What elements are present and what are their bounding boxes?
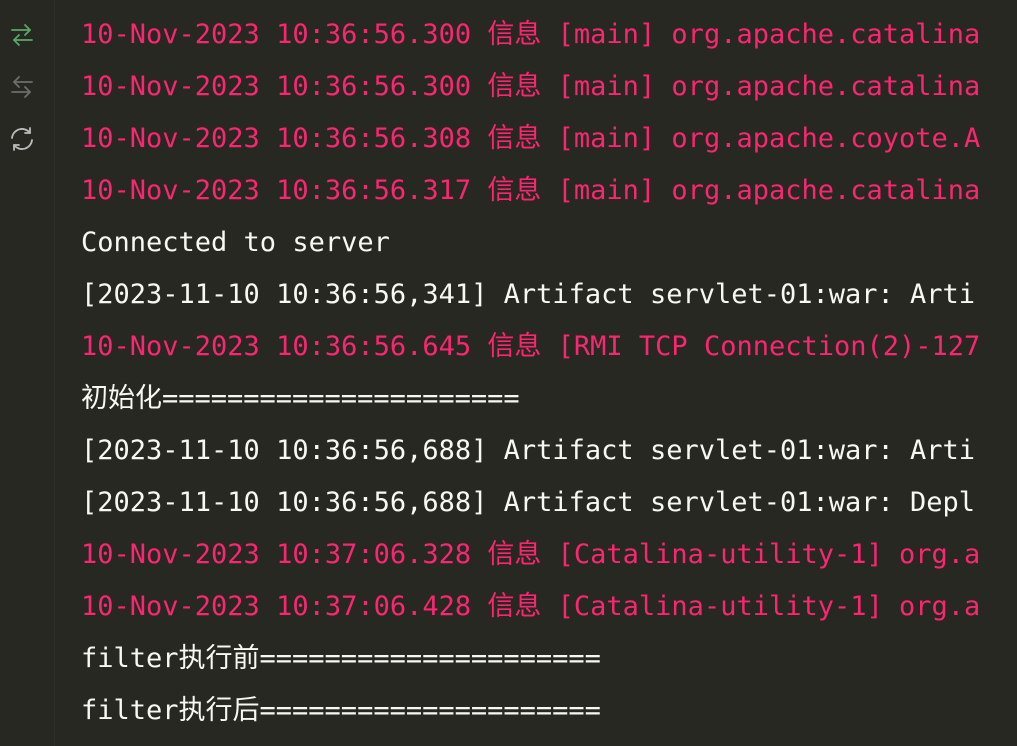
- console-line: [2023-11-10 10:36:56,341] Artifact servl…: [81, 279, 976, 310]
- restart-button[interactable]: [5, 122, 39, 156]
- console-line: 10-Nov-2023 10:37:06.328 信息 [Catalina-ut…: [81, 539, 981, 570]
- restart-icon: [7, 124, 37, 154]
- console-line: 10-Nov-2023 10:36:56.300 信息 [main] org.a…: [81, 71, 981, 102]
- rerun-button[interactable]: [5, 18, 39, 52]
- console-line: [2023-11-10 10:36:56,688] Artifact servl…: [81, 487, 976, 518]
- console-line: 初始化======================: [81, 383, 520, 414]
- console-line: [2023-11-10 10:36:56,688] Artifact servl…: [81, 435, 976, 466]
- console-line: Connected to server: [81, 227, 390, 258]
- console-toolbar: [0, 0, 55, 746]
- console-line: 10-Nov-2023 10:37:06.428 信息 [Catalina-ut…: [81, 591, 981, 622]
- console-line: 10-Nov-2023 10:36:56.317 信息 [main] org.a…: [81, 175, 981, 206]
- console-line: 10-Nov-2023 10:36:56.645 信息 [RMI TCP Con…: [81, 331, 981, 362]
- stop-icon: [8, 73, 36, 101]
- stop-button[interactable]: [5, 70, 39, 104]
- rerun-icon: [8, 21, 36, 49]
- run-console-window: 10-Nov-2023 10:36:56.300 信息 [main] org.a…: [0, 0, 1017, 746]
- console-line: 10-Nov-2023 10:36:56.300 信息 [main] org.a…: [81, 19, 981, 50]
- console-line: 10-Nov-2023 10:36:56.308 信息 [main] org.a…: [81, 123, 981, 154]
- console-line: filter执行前=====================: [81, 643, 601, 674]
- console-output[interactable]: 10-Nov-2023 10:36:56.300 信息 [main] org.a…: [81, 9, 1017, 746]
- console-line: filter执行后=====================: [81, 695, 601, 726]
